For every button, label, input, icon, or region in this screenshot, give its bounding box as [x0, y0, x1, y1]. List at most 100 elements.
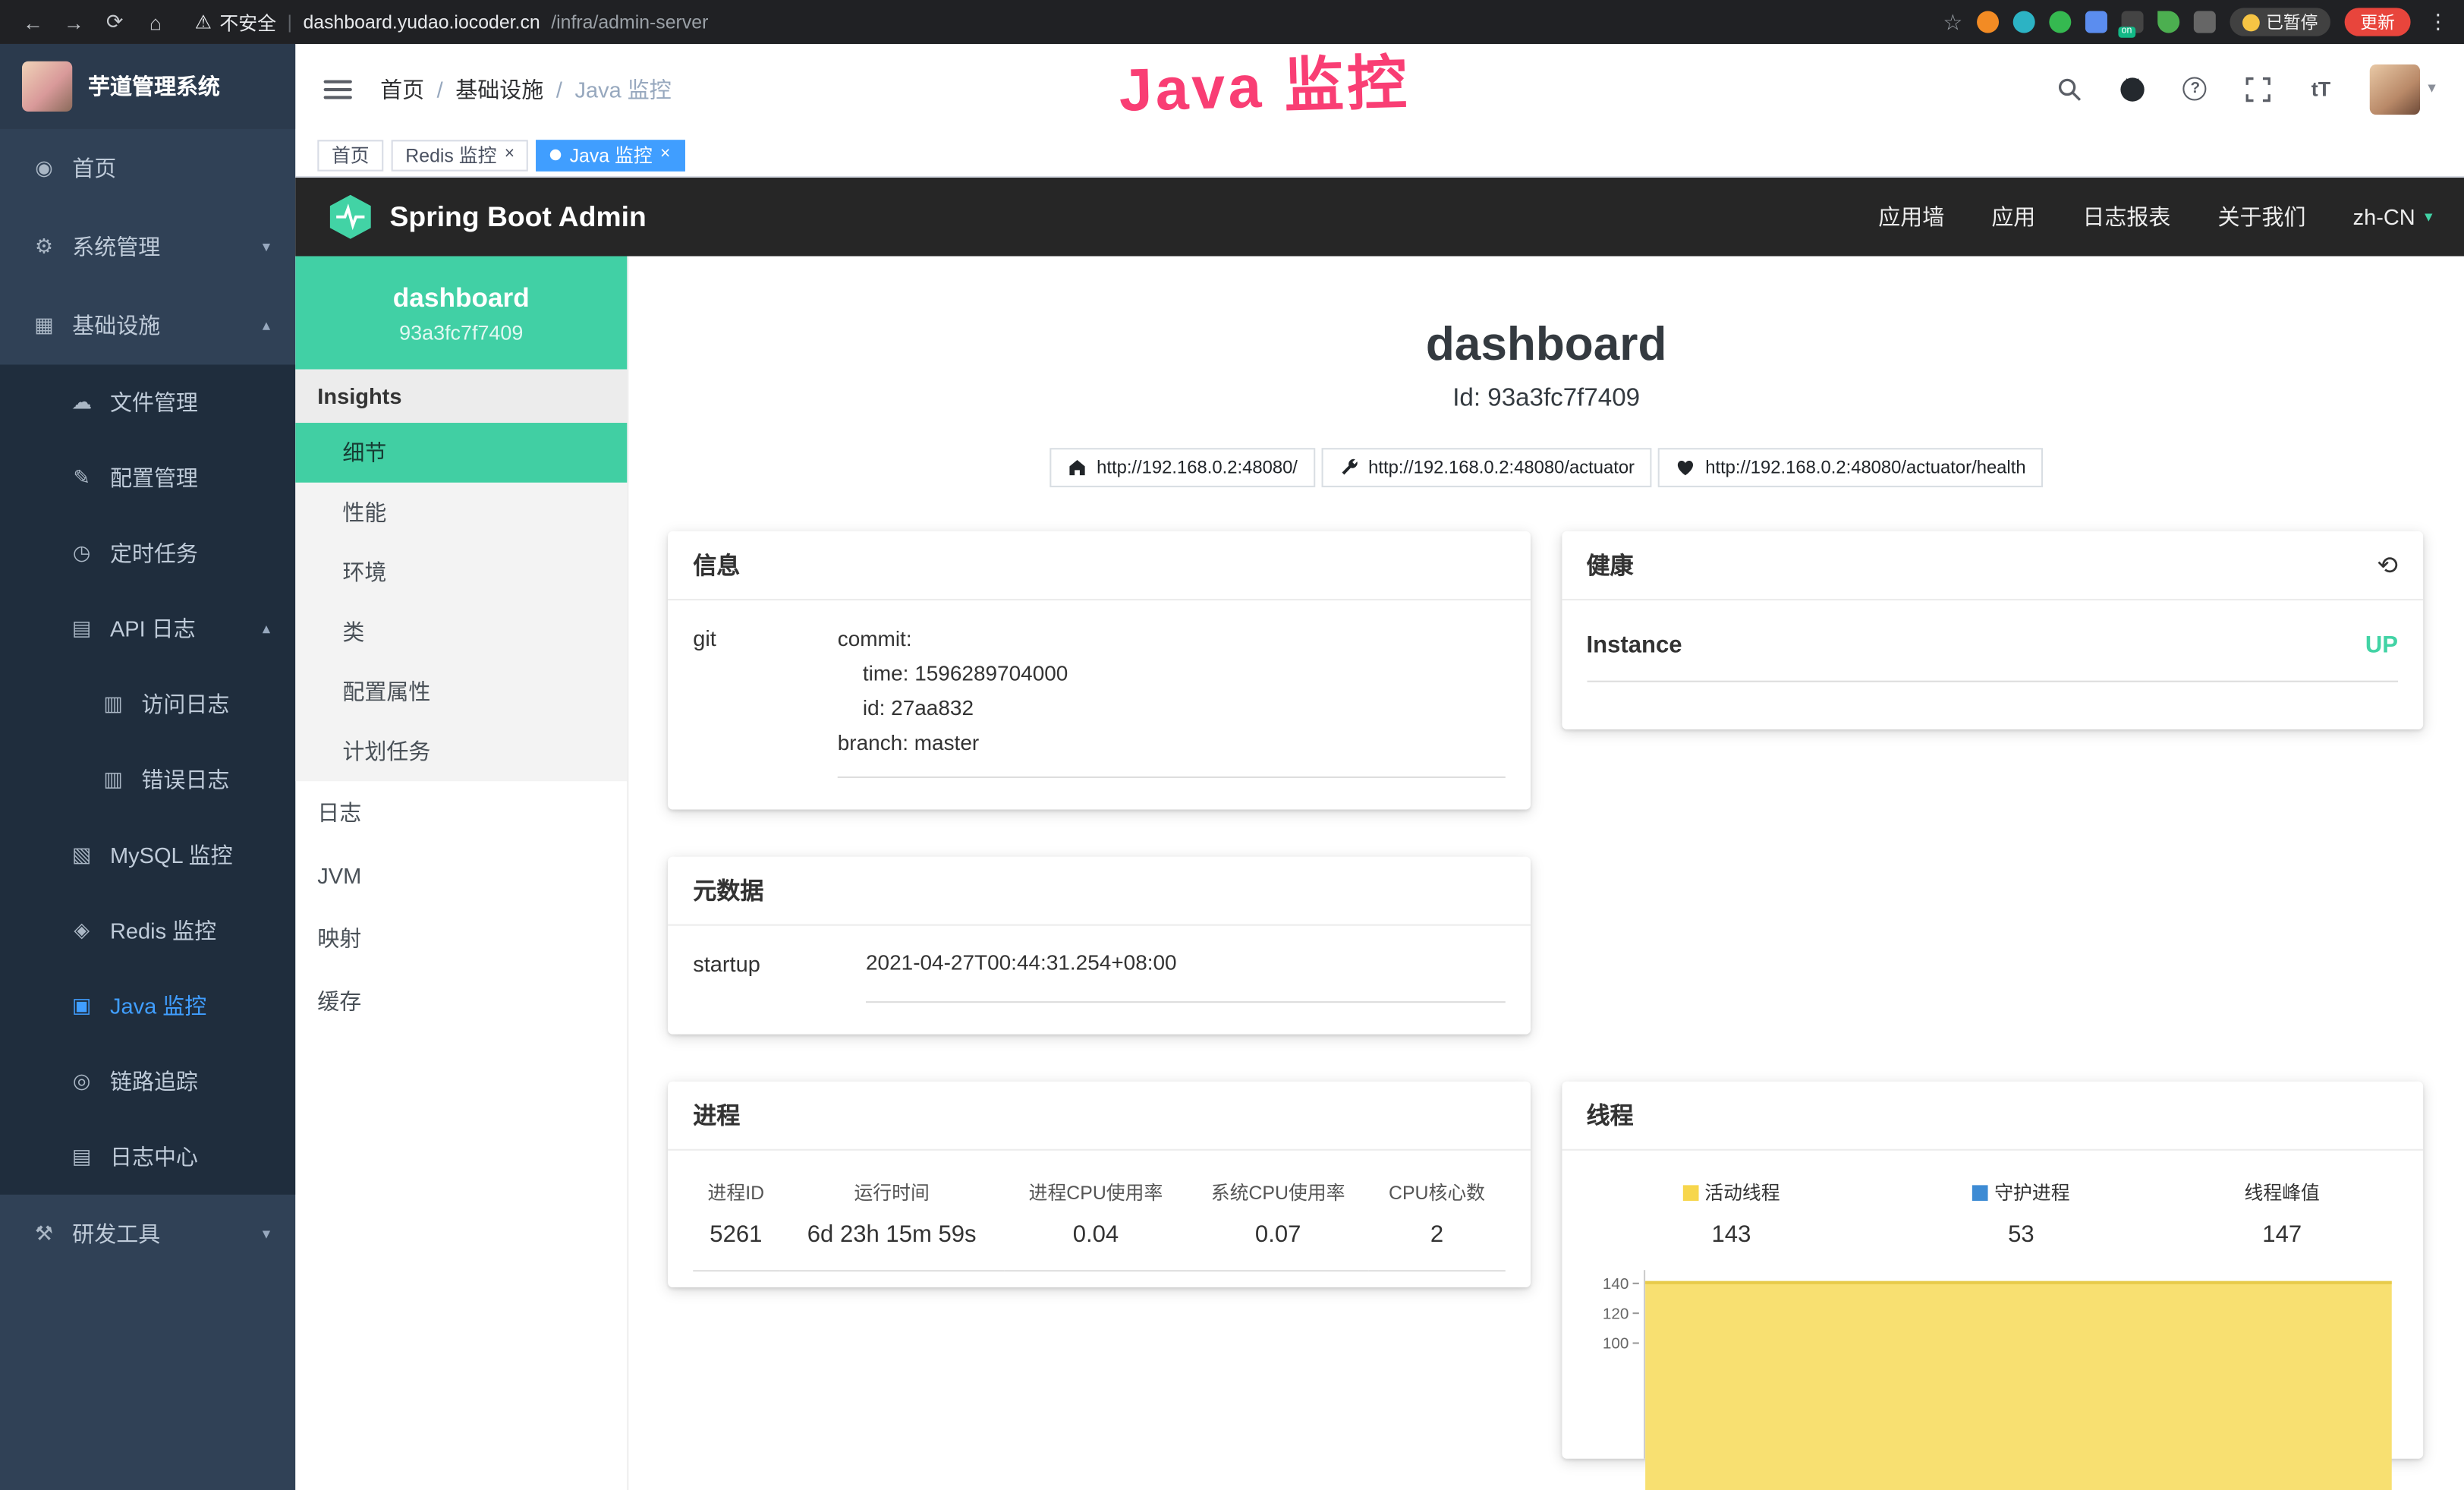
sidebar-item-error-log[interactable]: ▥ 错误日志 — [0, 742, 295, 817]
sidebar-item-system[interactable]: ⚙ 系统管理 ▾ — [0, 207, 295, 286]
metadata-key: startup — [693, 948, 866, 1003]
sba-item-metrics[interactable]: 性能 — [295, 483, 627, 543]
sba-nav-applications[interactable]: 应用 — [1991, 201, 2035, 232]
forward-icon[interactable]: → — [57, 10, 92, 33]
browser-home-icon[interactable]: ⌂ — [138, 10, 173, 33]
fullscreen-icon[interactable] — [2244, 74, 2272, 102]
grid-extension-icon[interactable] — [2085, 11, 2107, 33]
sidebar-item-label: 配置管理 — [110, 462, 198, 493]
on-badge: on — [2118, 27, 2135, 37]
col-header-pid: 进程ID — [693, 1173, 779, 1209]
sidebar-item-file[interactable]: ☁ 文件管理 — [0, 364, 295, 439]
health-card-header: 健康 ⟲ — [1561, 531, 2423, 600]
service-url-button[interactable]: http://192.168.0.2:48080/ — [1049, 448, 1315, 487]
sidebar-item-label: 链路追踪 — [110, 1066, 198, 1097]
sba-nav-wallboard[interactable]: 应用墙 — [1878, 201, 1944, 232]
cards-grid: 信息 git commit: time: 1596289704000 id: 2… — [668, 531, 2423, 1459]
sidebar-item-log-center[interactable]: ▤ 日志中心 — [0, 1119, 295, 1194]
col-header-uptime: 运行时间 — [779, 1173, 1004, 1209]
tab-java-monitor[interactable]: Java 监控 × — [537, 139, 684, 170]
sba-item-caches[interactable]: 缓存 — [295, 970, 627, 1033]
sidebar-item-label: 首页 — [72, 153, 116, 184]
url-domain: dashboard.yudao.iocoder.cn — [303, 11, 540, 33]
sidebar-item-config[interactable]: ✎ 配置管理 — [0, 440, 295, 515]
drop-extension-icon[interactable] — [2013, 11, 2035, 33]
sba-item-logs[interactable]: 日志 — [295, 781, 627, 844]
git-branch-line: branch: master — [838, 726, 1505, 761]
close-icon[interactable]: × — [660, 146, 670, 164]
process-card-header: 进程 — [668, 1082, 1530, 1151]
logo-row[interactable]: 芋道管理系统 — [0, 44, 295, 129]
chart-y-axis: 140 120 100 — [1586, 1270, 1643, 1458]
sidebar-item-access-log[interactable]: ▥ 访问日志 — [0, 666, 295, 742]
update-button[interactable]: 更新 — [2345, 8, 2411, 36]
sidebar-item-infra[interactable]: ▦ 基础设施 ▴ — [0, 286, 295, 365]
sba-instance-header[interactable]: dashboard 93a3fc7f7409 — [295, 257, 627, 370]
tab-redis-monitor[interactable]: Redis 监控 × — [392, 139, 529, 170]
tab-home[interactable]: 首页 — [317, 139, 383, 170]
logo-image — [22, 61, 72, 112]
y-tick: 140 — [1603, 1270, 1638, 1299]
sidebar-item-trace[interactable]: ◎ 链路追踪 — [0, 1044, 295, 1119]
card-title: 进程 — [693, 1098, 740, 1131]
sba-item-mappings[interactable]: 映射 — [295, 907, 627, 970]
sba-nav-about[interactable]: 关于我们 — [2218, 201, 2306, 232]
fox-extension-icon[interactable] — [1977, 11, 1999, 33]
sba-item-scheduled-tasks[interactable]: 计划任务 — [295, 721, 627, 781]
y-tick: 100 — [1603, 1330, 1638, 1359]
screen: ← → ⟳ ⌂ ⚠ 不安全 | dashboard.yudao.iocoder.… — [0, 0, 2464, 1490]
sba-content: dashboard Id: 93a3fc7f7409 http://192.16… — [628, 257, 2464, 1490]
sidebar-item-java[interactable]: ▣ Java 监控 — [0, 969, 295, 1044]
puzzle-extension-icon[interactable] — [2194, 11, 2216, 33]
locale-selector[interactable]: zh-CN ▾ — [2353, 204, 2433, 229]
sba-item-environment[interactable]: 环境 — [295, 542, 627, 602]
tabs-bar: 首页 Redis 监控 × Java 监控 × — [295, 134, 2464, 178]
health-url-button[interactable]: http://192.168.0.2:48080/actuator/health — [1658, 448, 2043, 487]
sidebar-item-home[interactable]: ◉ 首页 — [0, 129, 295, 208]
tampermonkey-extension-icon[interactable]: on — [2122, 11, 2144, 33]
status-badge: UP — [2365, 632, 2398, 658]
sba-item-details[interactable]: 细节 — [295, 423, 627, 483]
search-icon[interactable] — [2056, 74, 2084, 102]
sba-brand[interactable]: Spring Boot Admin — [390, 200, 647, 233]
cloud-icon: ☁ — [69, 390, 94, 415]
leaf-extension-icon[interactable] — [2157, 11, 2179, 33]
font-size-icon[interactable]: tT — [2307, 74, 2335, 102]
tools-icon: ⚒ — [31, 1221, 56, 1246]
close-icon[interactable]: × — [505, 146, 515, 164]
green-circle-extension-icon[interactable] — [2049, 11, 2071, 33]
back-icon[interactable]: ← — [16, 10, 51, 33]
history-icon[interactable]: ⟲ — [2377, 550, 2398, 581]
sba-item-config-props[interactable]: 配置属性 — [295, 662, 627, 722]
sidebar-item-dev-tools[interactable]: ⚒ 研发工具 ▾ — [0, 1195, 295, 1274]
bookmark-star-icon[interactable]: ☆ — [1943, 8, 1962, 35]
sidebar-item-api-log[interactable]: ▤ API 日志 ▴ — [0, 591, 295, 666]
reload-icon[interactable]: ⟳ — [97, 9, 132, 34]
gear-icon: ⚙ — [31, 235, 56, 260]
actuator-url-button[interactable]: http://192.168.0.2:48080/actuator — [1321, 448, 1652, 487]
breadcrumb-infra[interactable]: 基础设施 — [455, 73, 543, 104]
metadata-value: 2021-04-27T00:44:31.254+08:00 — [866, 948, 1505, 1003]
sba-item-jvm[interactable]: JVM — [295, 844, 627, 907]
metadata-card-header: 元数据 — [668, 857, 1530, 926]
breadcrumb-home[interactable]: 首页 — [380, 73, 424, 104]
browser-menu-icon[interactable]: ⋮ — [2428, 9, 2448, 34]
security-warning[interactable]: ⚠ 不安全 — [195, 8, 276, 35]
sidebar-item-redis[interactable]: ◈ Redis 监控 — [0, 893, 295, 968]
help-icon[interactable]: ? — [2181, 74, 2209, 102]
github-icon[interactable] — [2118, 74, 2146, 102]
sba-nav-journal[interactable]: 日志报表 — [2082, 201, 2170, 232]
chevron-down-icon: ▾ — [263, 1225, 270, 1243]
git-id-line: id: 27aa832 — [838, 691, 1505, 726]
address-bar[interactable]: ⚠ 不安全 | dashboard.yudao.iocoder.cn/infra… — [195, 8, 1937, 35]
user-menu[interactable]: ▾ — [2370, 64, 2436, 114]
sba-item-classes[interactable]: 类 — [295, 602, 627, 662]
paused-label: 已暂停 — [2266, 9, 2318, 34]
paused-badge[interactable]: 已暂停 — [2230, 8, 2330, 36]
sba-nav-links: 应用墙 应用 日志报表 关于我们 zh-CN ▾ — [1878, 201, 2432, 232]
sidebar-item-job[interactable]: ◷ 定时任务 — [0, 515, 295, 591]
spring-boot-admin-logo-icon — [327, 194, 374, 241]
browser-chrome: ← → ⟳ ⌂ ⚠ 不安全 | dashboard.yudao.iocoder.… — [0, 0, 2464, 44]
sidebar-item-mysql[interactable]: ▧ MySQL 监控 — [0, 817, 295, 893]
sidebar-toggle-icon[interactable] — [324, 80, 352, 99]
